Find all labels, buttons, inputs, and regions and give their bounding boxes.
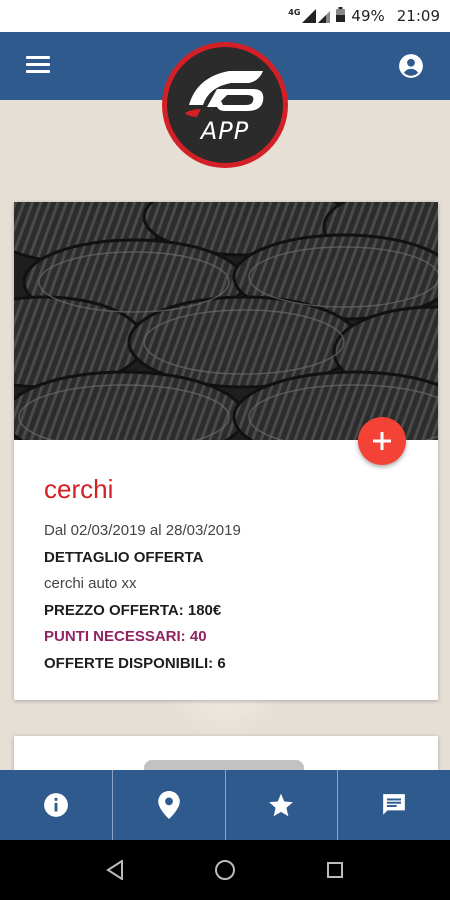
star-icon [269,793,294,817]
back-icon [106,860,123,880]
clock: 21:09 [396,7,440,25]
home-icon [215,860,235,880]
offer-date-range: Dal 02/03/2019 al 28/03/2019 [44,522,241,539]
add-button[interactable] [358,417,406,465]
back-button[interactable] [95,850,135,890]
offer-price: PREZZO OFFERTA: 180€ [44,601,222,619]
offer-description: cerchi auto xx [44,575,137,592]
offer-points: PUNTI NECESSARI: 40 [44,628,207,645]
recents-button[interactable] [315,850,355,890]
nav-favorites[interactable] [226,770,339,840]
app-logo: APP [162,42,288,168]
status-bar: 4G 49% 21:09 [0,0,450,32]
logo-text: APP [200,117,250,145]
home-button[interactable] [205,850,245,890]
offer-card[interactable]: cerchi Dal 02/03/2019 al 28/03/2019 DETT… [14,202,438,700]
account-icon[interactable] [398,53,424,79]
message-icon [383,794,405,815]
signal-icon: 4G [288,8,331,23]
system-nav-bar [0,840,450,900]
menu-button[interactable] [26,56,50,76]
network-type: 4G [288,8,301,17]
battery-level: 49% [351,7,385,25]
recents-icon [327,862,343,878]
offer-detail-heading: DETTAGLIO OFFERTA [44,548,204,566]
offer-image [14,202,438,440]
nav-messages[interactable] [338,770,450,840]
location-pin-icon [157,791,180,819]
battery-icon [336,6,346,26]
info-icon [43,793,68,817]
offer-available: OFFERTE DISPONIBILI: 6 [44,654,226,672]
offer-details: cerchi Dal 02/03/2019 al 28/03/2019 DETT… [44,474,424,680]
offer-title: cerchi [44,474,114,504]
nav-info[interactable] [0,770,113,840]
plus-icon [373,432,391,450]
bottom-nav [0,770,450,840]
nav-location[interactable] [113,770,226,840]
